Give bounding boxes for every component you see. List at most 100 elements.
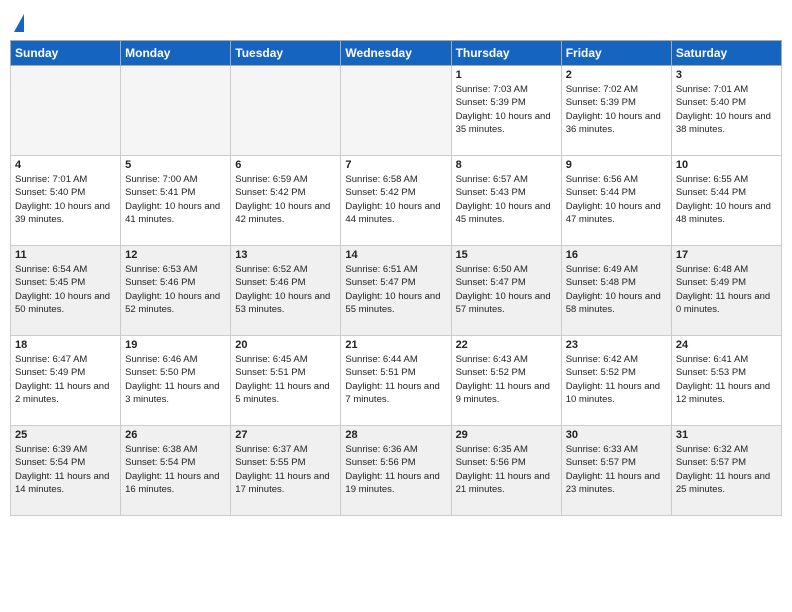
day-number: 21 — [345, 339, 446, 351]
calendar-header-row: SundayMondayTuesdayWednesdayThursdayFrid… — [11, 41, 782, 66]
calendar-week-row: 18 Sunrise: 6:47 AMSunset: 5:49 PMDayligh… — [11, 336, 782, 426]
day-info: Sunrise: 6:59 AMSunset: 5:42 PMDaylight:… — [235, 173, 336, 226]
calendar-day-cell: 17 Sunrise: 6:48 AMSunset: 5:49 PMDayligh… — [671, 246, 781, 336]
calendar-day-cell: 19 Sunrise: 6:46 AMSunset: 5:50 PMDayligh… — [121, 336, 231, 426]
day-info: Sunrise: 6:49 AMSunset: 5:48 PMDaylight:… — [566, 263, 667, 316]
day-number: 6 — [235, 159, 336, 171]
day-info: Sunrise: 6:48 AMSunset: 5:49 PMDaylight:… — [676, 263, 777, 316]
calendar-week-row: 11Sunrise: 6:54 AMSunset: 5:45 PMDayligh… — [11, 246, 782, 336]
calendar-day-cell: 2 Sunrise: 7:02 AMSunset: 5:39 PMDaylight… — [561, 66, 671, 156]
calendar-day-cell: 18 Sunrise: 6:47 AMSunset: 5:49 PMDayligh… — [11, 336, 121, 426]
day-info: Sunrise: 6:42 AMSunset: 5:52 PMDaylight:… — [566, 353, 667, 406]
day-number: 4 — [15, 159, 116, 171]
calendar-day-cell: 7Sunrise: 6:58 AMSunset: 5:42 PMDaylight… — [341, 156, 451, 246]
calendar-day-cell: 22 Sunrise: 6:43 AMSunset: 5:52 PMDayligh… — [451, 336, 561, 426]
day-info: Sunrise: 6:54 AMSunset: 5:45 PMDaylight:… — [15, 263, 116, 316]
day-number: 3 — [676, 69, 777, 81]
day-info: Sunrise: 6:33 AMSunset: 5:57 PMDaylight:… — [566, 443, 667, 496]
day-number: 9 — [566, 159, 667, 171]
calendar-day-cell: 15 Sunrise: 6:50 AMSunset: 5:47 PMDayligh… — [451, 246, 561, 336]
calendar-day-cell: 16 Sunrise: 6:49 AMSunset: 5:48 PMDayligh… — [561, 246, 671, 336]
calendar-day-header: Wednesday — [341, 41, 451, 66]
calendar-day-cell: 24Sunrise: 6:41 AMSunset: 5:53 PMDayligh… — [671, 336, 781, 426]
day-info: Sunrise: 6:39 AMSunset: 5:54 PMDaylight:… — [15, 443, 116, 496]
day-info: Sunrise: 7:00 AMSunset: 5:41 PMDaylight:… — [125, 173, 226, 226]
day-info: Sunrise: 7:01 AMSunset: 5:40 PMDaylight:… — [15, 173, 116, 226]
day-number: 18 — [15, 339, 116, 351]
day-number: 24 — [676, 339, 777, 351]
day-number: 10 — [676, 159, 777, 171]
logo — [10, 10, 24, 32]
calendar-day-cell: 6 Sunrise: 6:59 AMSunset: 5:42 PMDaylight… — [231, 156, 341, 246]
calendar-table: SundayMondayTuesdayWednesdayThursdayFrid… — [10, 40, 782, 516]
day-info: Sunrise: 6:38 AMSunset: 5:54 PMDaylight:… — [125, 443, 226, 496]
calendar-day-cell: 4 Sunrise: 7:01 AMSunset: 5:40 PMDaylight… — [11, 156, 121, 246]
calendar-day-header: Thursday — [451, 41, 561, 66]
calendar-day-cell: 11Sunrise: 6:54 AMSunset: 5:45 PMDayligh… — [11, 246, 121, 336]
calendar-day-cell: 31 Sunrise: 6:32 AMSunset: 5:57 PMDayligh… — [671, 426, 781, 516]
calendar-day-cell: 10 Sunrise: 6:55 AMSunset: 5:44 PMDayligh… — [671, 156, 781, 246]
day-info: Sunrise: 6:50 AMSunset: 5:47 PMDaylight:… — [456, 263, 557, 316]
day-number: 22 — [456, 339, 557, 351]
day-number: 17 — [676, 249, 777, 261]
day-number: 2 — [566, 69, 667, 81]
day-number: 30 — [566, 429, 667, 441]
day-number: 15 — [456, 249, 557, 261]
day-info: Sunrise: 6:35 AMSunset: 5:56 PMDaylight:… — [456, 443, 557, 496]
calendar-day-cell: 5 Sunrise: 7:00 AMSunset: 5:41 PMDaylight… — [121, 156, 231, 246]
day-info: Sunrise: 6:51 AMSunset: 5:47 PMDaylight:… — [345, 263, 446, 316]
day-number: 5 — [125, 159, 226, 171]
day-info: Sunrise: 6:46 AMSunset: 5:50 PMDaylight:… — [125, 353, 226, 406]
calendar-day-cell: 8 Sunrise: 6:57 AMSunset: 5:43 PMDaylight… — [451, 156, 561, 246]
day-info: Sunrise: 7:02 AMSunset: 5:39 PMDaylight:… — [566, 83, 667, 136]
day-number: 1 — [456, 69, 557, 81]
calendar-day-cell: 29Sunrise: 6:35 AMSunset: 5:56 PMDayligh… — [451, 426, 561, 516]
calendar-day-cell: 26Sunrise: 6:38 AMSunset: 5:54 PMDayligh… — [121, 426, 231, 516]
calendar-day-cell: 1 Sunrise: 7:03 AMSunset: 5:39 PMDaylight… — [451, 66, 561, 156]
day-info: Sunrise: 6:47 AMSunset: 5:49 PMDaylight:… — [15, 353, 116, 406]
calendar-week-row: 25 Sunrise: 6:39 AMSunset: 5:54 PMDayligh… — [11, 426, 782, 516]
day-info: Sunrise: 6:57 AMSunset: 5:43 PMDaylight:… — [456, 173, 557, 226]
day-number: 19 — [125, 339, 226, 351]
day-info: Sunrise: 6:32 AMSunset: 5:57 PMDaylight:… — [676, 443, 777, 496]
calendar-day-cell: 13Sunrise: 6:52 AMSunset: 5:46 PMDayligh… — [231, 246, 341, 336]
day-info: Sunrise: 6:58 AMSunset: 5:42 PMDaylight:… — [345, 173, 446, 226]
day-number: 28 — [345, 429, 446, 441]
day-info: Sunrise: 7:01 AMSunset: 5:40 PMDaylight:… — [676, 83, 777, 136]
calendar-day-header: Tuesday — [231, 41, 341, 66]
day-info: Sunrise: 6:37 AMSunset: 5:55 PMDaylight:… — [235, 443, 336, 496]
day-info: Sunrise: 6:44 AMSunset: 5:51 PMDaylight:… — [345, 353, 446, 406]
day-number: 12 — [125, 249, 226, 261]
day-info: Sunrise: 6:56 AMSunset: 5:44 PMDaylight:… — [566, 173, 667, 226]
calendar-day-cell: 27 Sunrise: 6:37 AMSunset: 5:55 PMDayligh… — [231, 426, 341, 516]
day-info: Sunrise: 6:53 AMSunset: 5:46 PMDaylight:… — [125, 263, 226, 316]
day-number: 16 — [566, 249, 667, 261]
day-info: Sunrise: 6:55 AMSunset: 5:44 PMDaylight:… — [676, 173, 777, 226]
calendar-day-cell: 30 Sunrise: 6:33 AMSunset: 5:57 PMDayligh… — [561, 426, 671, 516]
calendar-day-cell: 14 Sunrise: 6:51 AMSunset: 5:47 PMDayligh… — [341, 246, 451, 336]
day-number: 31 — [676, 429, 777, 441]
day-number: 14 — [345, 249, 446, 261]
calendar-day-cell: 20Sunrise: 6:45 AMSunset: 5:51 PMDayligh… — [231, 336, 341, 426]
day-number: 13 — [235, 249, 336, 261]
day-info: Sunrise: 6:43 AMSunset: 5:52 PMDaylight:… — [456, 353, 557, 406]
calendar-day-cell — [121, 66, 231, 156]
calendar-day-header: Friday — [561, 41, 671, 66]
calendar-week-row: 1 Sunrise: 7:03 AMSunset: 5:39 PMDaylight… — [11, 66, 782, 156]
day-number: 8 — [456, 159, 557, 171]
calendar-day-cell — [231, 66, 341, 156]
calendar-day-cell: 28 Sunrise: 6:36 AMSunset: 5:56 PMDayligh… — [341, 426, 451, 516]
page-header — [10, 10, 782, 32]
calendar-day-header: Sunday — [11, 41, 121, 66]
day-number: 27 — [235, 429, 336, 441]
calendar-day-header: Saturday — [671, 41, 781, 66]
day-info: Sunrise: 6:36 AMSunset: 5:56 PMDaylight:… — [345, 443, 446, 496]
calendar-day-cell — [11, 66, 121, 156]
calendar-day-cell: 12 Sunrise: 6:53 AMSunset: 5:46 PMDayligh… — [121, 246, 231, 336]
day-number: 20 — [235, 339, 336, 351]
calendar-day-cell: 21 Sunrise: 6:44 AMSunset: 5:51 PMDayligh… — [341, 336, 451, 426]
calendar-day-cell: 23 Sunrise: 6:42 AMSunset: 5:52 PMDayligh… — [561, 336, 671, 426]
day-number: 25 — [15, 429, 116, 441]
day-info: Sunrise: 7:03 AMSunset: 5:39 PMDaylight:… — [456, 83, 557, 136]
day-number: 23 — [566, 339, 667, 351]
